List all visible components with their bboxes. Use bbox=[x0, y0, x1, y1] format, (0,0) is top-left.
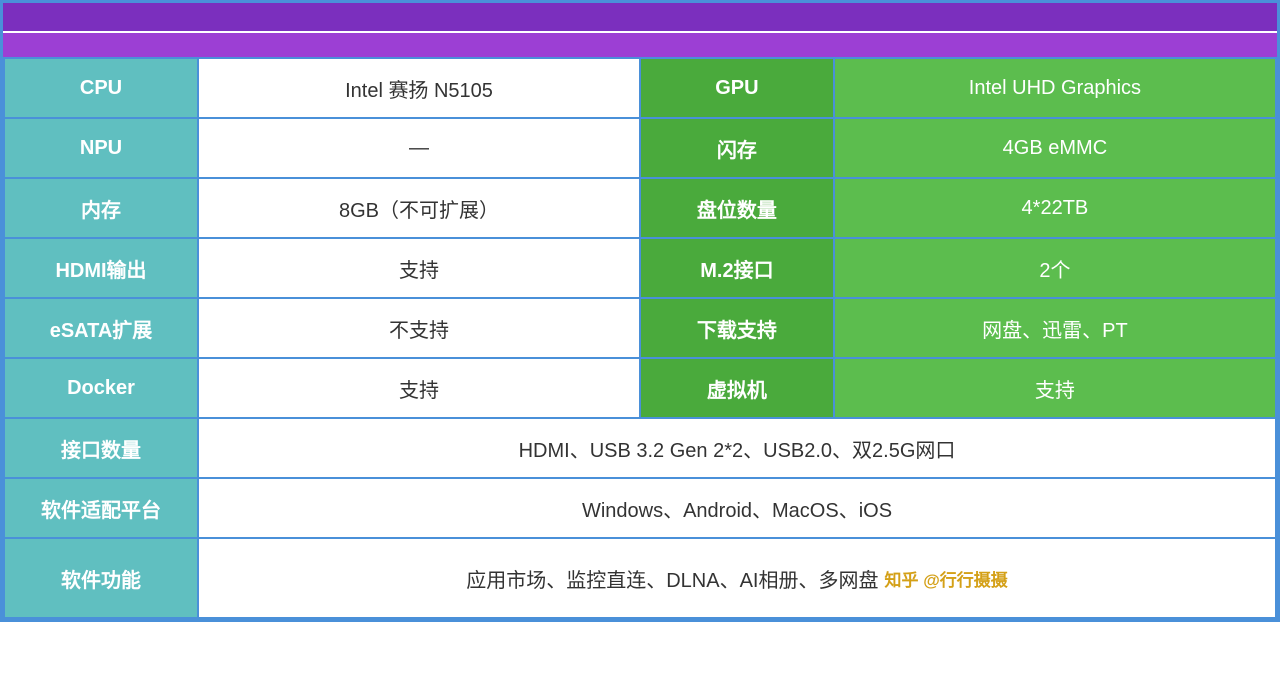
spec-label-right: 虚拟机 bbox=[640, 358, 834, 418]
main-container: CPUIntel 赛扬 N5105GPUIntel UHD GraphicsNP… bbox=[0, 0, 1280, 622]
spec-table: CPUIntel 赛扬 N5105GPUIntel UHD GraphicsNP… bbox=[3, 57, 1277, 619]
spec-label-left: 内存 bbox=[4, 178, 198, 238]
spec-label-right: 盘位数量 bbox=[640, 178, 834, 238]
spec-value-wide: HDMI、USB 3.2 Gen 2*2、USB2.0、双2.5G网口 bbox=[198, 418, 1276, 478]
table-row: HDMI输出支持M.2接口2个 bbox=[4, 238, 1276, 298]
spec-label-left: CPU bbox=[4, 58, 198, 118]
spec-label-right: 下载支持 bbox=[640, 298, 834, 358]
spec-label-wide: 软件适配平台 bbox=[4, 478, 198, 538]
watermark-text: 知乎 @行行摄摄 bbox=[884, 566, 1007, 591]
spec-value-right: 网盘、迅雷、PT bbox=[834, 298, 1276, 358]
table-row: Docker支持虚拟机支持 bbox=[4, 358, 1276, 418]
spec-value-right: 支持 bbox=[834, 358, 1276, 418]
spec-value-left: 8GB（不可扩展） bbox=[198, 178, 640, 238]
spec-value-right: Intel UHD Graphics bbox=[834, 58, 1276, 118]
spec-value-left: 不支持 bbox=[198, 298, 640, 358]
spec-value-wide: 应用市场、监控直连、DLNA、AI相册、多网盘知乎 @行行摄摄 bbox=[198, 538, 1276, 618]
spec-value-left: Intel 赛扬 N5105 bbox=[198, 58, 640, 118]
spec-value-right: 2个 bbox=[834, 238, 1276, 298]
spec-label-left: HDMI输出 bbox=[4, 238, 198, 298]
spec-value-left: — bbox=[198, 118, 640, 178]
table-row: NPU—闪存4GB eMMC bbox=[4, 118, 1276, 178]
spec-value-left: 支持 bbox=[198, 358, 640, 418]
spec-label-left: Docker bbox=[4, 358, 198, 418]
table-row-wide: 接口数量HDMI、USB 3.2 Gen 2*2、USB2.0、双2.5G网口 bbox=[4, 418, 1276, 478]
spec-value-wide: Windows、Android、MacOS、iOS bbox=[198, 478, 1276, 538]
spec-label-right: GPU bbox=[640, 58, 834, 118]
spec-value-right: 4*22TB bbox=[834, 178, 1276, 238]
table-row-wide: 软件适配平台Windows、Android、MacOS、iOS bbox=[4, 478, 1276, 538]
table-row-wide: 软件功能应用市场、监控直连、DLNA、AI相册、多网盘知乎 @行行摄摄 bbox=[4, 538, 1276, 618]
spec-label-left: eSATA扩展 bbox=[4, 298, 198, 358]
title-row bbox=[3, 3, 1277, 31]
spec-value-right: 4GB eMMC bbox=[834, 118, 1276, 178]
spec-label-wide: 软件功能 bbox=[4, 538, 198, 618]
price-row bbox=[3, 31, 1277, 57]
software-value-text: 应用市场、监控直连、DLNA、AI相册、多网盘 bbox=[466, 564, 878, 593]
table-row: CPUIntel 赛扬 N5105GPUIntel UHD Graphics bbox=[4, 58, 1276, 118]
table-row: 内存8GB（不可扩展）盘位数量4*22TB bbox=[4, 178, 1276, 238]
table-row: eSATA扩展不支持下载支持网盘、迅雷、PT bbox=[4, 298, 1276, 358]
spec-label-right: 闪存 bbox=[640, 118, 834, 178]
spec-label-right: M.2接口 bbox=[640, 238, 834, 298]
spec-label-left: NPU bbox=[4, 118, 198, 178]
spec-value-left: 支持 bbox=[198, 238, 640, 298]
spec-label-wide: 接口数量 bbox=[4, 418, 198, 478]
